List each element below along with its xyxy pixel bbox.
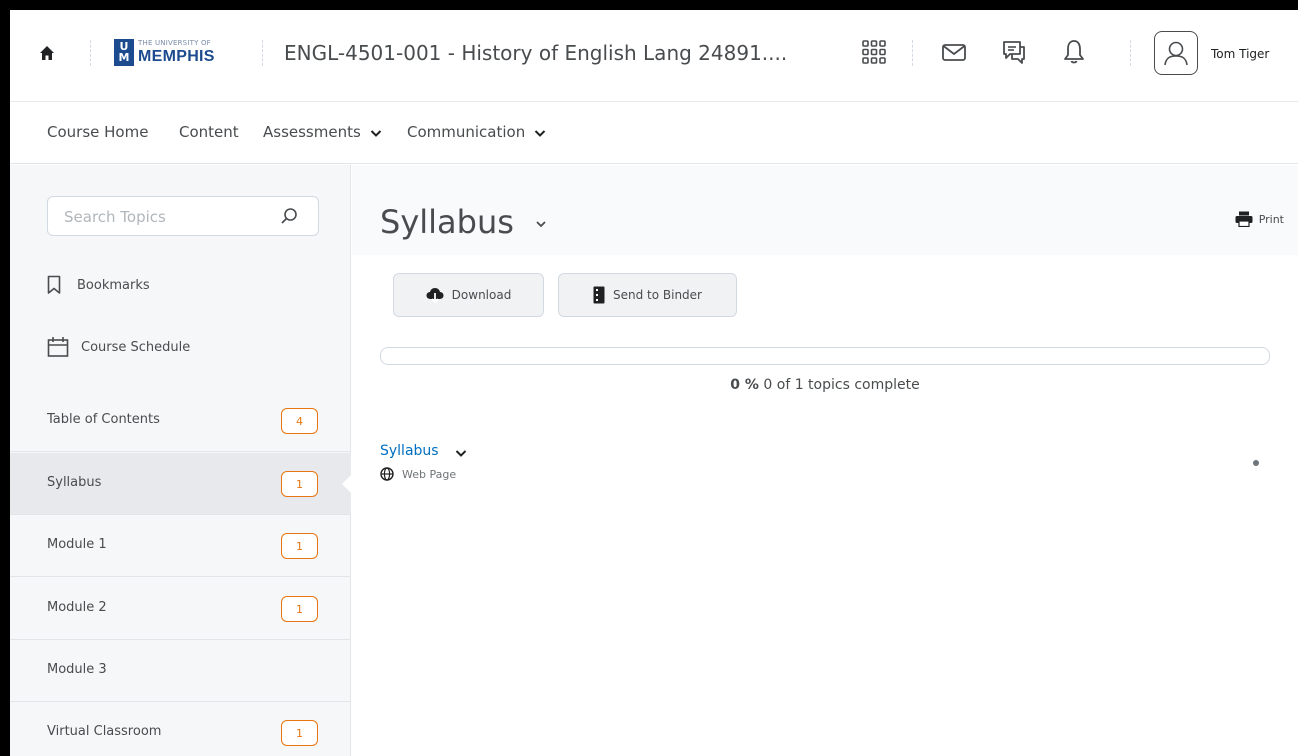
toc-item-module-2[interactable]: Module 2 1 (10, 578, 351, 640)
nav-course-home[interactable]: Course Home (47, 123, 148, 141)
search-topics[interactable] (47, 196, 319, 236)
nav-assessments-label: Assessments (263, 123, 361, 141)
topic-type-label: Web Page (402, 467, 457, 481)
bookmark-icon (47, 275, 61, 294)
logo-subtitle: THE UNIVERSITY OF (138, 38, 211, 47)
avatar-icon (1164, 41, 1188, 66)
progress-count: 0 of 1 topics complete (763, 377, 920, 393)
page-frame: UM THE UNIVERSITY OF MEMPHIS ENGL-4501-0… (10, 10, 1298, 756)
bookmarks-label: Bookmarks (77, 277, 150, 293)
bookmarks-link[interactable]: Bookmarks (47, 273, 150, 297)
logo-mark: UM (114, 38, 134, 66)
send-to-binder-label: Send to Binder (612, 288, 702, 302)
cloud-download-icon (426, 288, 444, 303)
print-label: Print (1258, 212, 1284, 226)
calendar-icon (47, 337, 69, 357)
toc-item-label: Virtual Classroom (47, 724, 162, 739)
search-input[interactable] (64, 206, 264, 228)
unread-count-badge: 1 (281, 720, 318, 746)
unread-count-badge: 1 (281, 596, 318, 622)
mail-icon[interactable] (940, 38, 968, 66)
completion-indicator (1253, 460, 1259, 466)
course-schedule-label: Course Schedule (81, 339, 191, 355)
toc-item-label: Syllabus (47, 475, 102, 490)
nav-communication-label: Communication (407, 123, 526, 141)
toc-item-label: Table of Contents (47, 412, 160, 427)
course-title[interactable]: ENGL-4501-001 - History of English Lang … (284, 41, 787, 65)
binder-icon (593, 286, 605, 304)
toc-item-label: Module 3 (47, 662, 107, 677)
download-label: Download (451, 288, 512, 302)
toc-item-module-3[interactable]: Module 3 (10, 640, 351, 702)
topic-link-syllabus[interactable]: Syllabus (380, 443, 439, 459)
chevron-down-icon[interactable] (455, 448, 467, 458)
download-button[interactable]: Download (393, 273, 544, 317)
home-icon[interactable] (38, 44, 56, 62)
course-schedule-link[interactable]: Course Schedule (47, 335, 190, 359)
toc-item-syllabus[interactable]: Syllabus 1 (10, 453, 353, 515)
toc-item-label: Module 2 (47, 600, 107, 615)
avatar[interactable] (1154, 31, 1198, 75)
progress-bar (380, 347, 1270, 365)
nav-assessments[interactable]: Assessments (263, 123, 382, 141)
chat-icon[interactable] (1000, 38, 1028, 66)
chevron-down-icon (370, 129, 381, 137)
unread-count-badge: 1 (281, 471, 318, 497)
course-navbar: Course Home Content Assessments Communic… (10, 102, 1298, 164)
search-icon[interactable] (280, 207, 298, 225)
send-to-binder-button[interactable]: Send to Binder (558, 273, 737, 317)
top-header: UM THE UNIVERSITY OF MEMPHIS ENGL-4501-0… (10, 10, 1298, 102)
chevron-down-icon[interactable] (535, 219, 547, 229)
university-logo[interactable]: UM THE UNIVERSITY OF MEMPHIS (114, 38, 215, 66)
logo-title: MEMPHIS (138, 47, 215, 65)
waffle-icon[interactable] (860, 38, 888, 66)
unread-count-badge: 1 (281, 533, 318, 559)
printer-icon (1235, 211, 1253, 227)
nav-communication[interactable]: Communication (407, 123, 546, 141)
progress-summary: 0 % 0 of 1 topics complete (352, 377, 1298, 393)
chevron-down-icon (534, 129, 546, 137)
unread-count-badge: 4 (281, 408, 318, 434)
progress-percent: 0 % (730, 377, 759, 393)
print-button[interactable]: Print (1235, 211, 1284, 227)
main-content: Syllabus Print Download Send to Binder 0… (352, 165, 1298, 756)
topic-type: Web Page (380, 467, 456, 481)
toc-item-virtual-classroom[interactable]: Virtual Classroom 1 (10, 702, 351, 756)
toc-item-module-1[interactable]: Module 1 1 (10, 515, 351, 577)
page-title[interactable]: Syllabus (380, 203, 514, 241)
globe-icon (380, 467, 394, 481)
bell-icon[interactable] (1060, 38, 1088, 66)
nav-content[interactable]: Content (179, 123, 239, 141)
toc-item-table-of-contents[interactable]: Table of Contents 4 (10, 390, 351, 452)
toc-item-label: Module 1 (47, 537, 107, 552)
user-name[interactable]: Tom Tiger (1211, 47, 1269, 61)
